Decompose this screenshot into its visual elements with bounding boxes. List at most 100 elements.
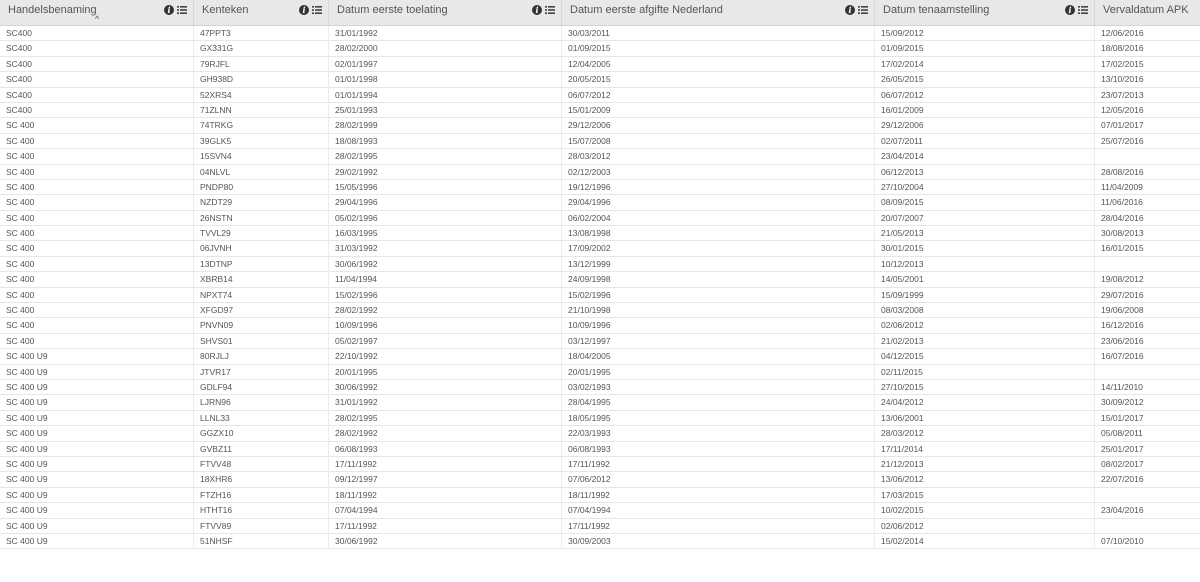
table-row[interactable]: SC 400 U9 GDLF94 30/06/1992 03/02/1993 27/10… <box>0 379 1200 396</box>
cell-datum-eerste-afgifte: 12/04/2005 <box>561 56 874 72</box>
cell-vervaldatum-apk: 15/01/2017 <box>1094 410 1200 426</box>
table-row[interactable]: SC 400 04NLVL 29/02/1992 02/12/2003 06/12/20… <box>0 164 1200 180</box>
column-menu-icon[interactable] <box>312 5 322 15</box>
table-row[interactable]: SC 400 NZDT29 29/04/1996 29/04/1996 08/09/20… <box>0 195 1200 211</box>
cell-handelsbenaming: SC 400 <box>6 135 35 146</box>
table-row[interactable]: SC 400 PNVN09 10/09/1996 10/09/1996 02/06/20… <box>0 318 1200 334</box>
table-row[interactable]: SC 400 U9 GGZX10 28/02/1992 22/03/1993 28/03… <box>0 426 1200 442</box>
cell-datum-tenaamstelling: 02/11/2015 <box>874 364 1094 380</box>
cell-kenteken: 51NHSF <box>193 533 328 549</box>
table-row[interactable]: SC 400 U9 HTHT16 07/04/1994 07/04/1994 10/02… <box>0 503 1200 519</box>
column-menu-icon[interactable] <box>1078 5 1088 15</box>
table-row[interactable]: SC 400 XFGD97 28/02/1992 21/10/1998 08/03/20… <box>0 303 1200 319</box>
column-label: Datum tenaamstelling <box>883 4 990 16</box>
column-header-datum-tenaamstelling[interactable]: Datum tenaamstelling i <box>874 0 1094 25</box>
table-row[interactable]: SC 400 U9 18XHR6 09/12/1997 07/06/2012 13/06… <box>0 472 1200 488</box>
cell-handelsbenaming: SC 400 <box>6 274 35 285</box>
table-row[interactable]: SC 400 13DTNP 30/06/1992 13/12/1999 10/12/20… <box>0 256 1200 273</box>
table-row[interactable]: SC 400 NPXT74 15/02/1996 15/02/1996 15/09/19… <box>0 287 1200 304</box>
cell-handelsbenaming: SC 400 <box>6 151 35 162</box>
table-row[interactable]: SC 400 15SVN4 28/02/1995 28/03/2012 23/04/20… <box>0 149 1200 165</box>
cell-datum-tenaamstelling: 15/09/1999 <box>874 287 1094 303</box>
info-icon[interactable]: i <box>299 5 309 15</box>
cell-handelsbenaming: SC 400 U9 <box>6 412 48 423</box>
cell-datum-eerste-afgifte: 28/04/1995 <box>561 395 874 411</box>
cell-kenteken: GDLF94 <box>193 379 328 395</box>
table-row[interactable]: SC 400 74TRKG 28/02/1999 29/12/2006 29/12/20… <box>0 118 1200 134</box>
info-icon[interactable]: i <box>1065 5 1075 15</box>
cell-kenteken: XFGD97 <box>193 303 328 319</box>
column-header-kenteken[interactable]: Kenteken i <box>193 0 328 25</box>
table-row[interactable]: SC 400 U9 LLNL33 28/02/1995 18/05/1995 13/06… <box>0 410 1200 427</box>
cell-datum-eerste-toelating: 10/09/1996 <box>328 318 561 334</box>
cell-handelsbenaming: SC 400 U9 <box>6 381 48 392</box>
table-row[interactable]: SC400 47PPT3 31/01/1992 30/03/2011 15/09/201… <box>0 26 1200 42</box>
table-row[interactable]: SC 400 PNDP80 15/05/1996 19/12/1996 27/10/20… <box>0 179 1200 196</box>
column-header-vervaldatum-apk[interactable]: Vervaldatum APK <box>1094 0 1200 25</box>
grid-body: SC400 47PPT3 31/01/1992 30/03/2011 15/09/201… <box>0 26 1200 550</box>
table-row[interactable]: SC 400 U9 51NHSF 30/06/1992 30/09/2003 15/02… <box>0 533 1200 550</box>
info-icon[interactable]: i <box>845 5 855 15</box>
cell-datum-tenaamstelling: 14/05/2001 <box>874 272 1094 288</box>
cell-datum-eerste-toelating: 18/08/1993 <box>328 133 561 149</box>
column-header-datum-eerste-toelating[interactable]: Datum eerste toelating i <box>328 0 561 25</box>
cell-datum-eerste-toelating: 01/01/1994 <box>328 87 561 103</box>
column-menu-icon[interactable] <box>858 5 868 15</box>
cell-datum-eerste-afgifte: 19/12/1996 <box>561 179 874 195</box>
table-row[interactable]: SC 400 U9 FTVV89 17/11/1992 17/11/1992 02/06… <box>0 518 1200 534</box>
cell-datum-eerste-afgifte: 24/09/1998 <box>561 272 874 288</box>
info-icon[interactable]: i <box>164 5 174 15</box>
cell-kenteken: 71ZLNN <box>193 102 328 118</box>
cell-vervaldatum-apk: 25/07/2016 <box>1094 133 1200 149</box>
table-row[interactable]: SC 400 39GLK5 18/08/1993 15/07/2008 02/07/20… <box>0 133 1200 150</box>
cell-vervaldatum-apk: 30/08/2013 <box>1094 226 1200 242</box>
column-header-datum-eerste-afgifte-nederland[interactable]: Datum eerste afgifte Nederland i <box>561 0 874 25</box>
table-row[interactable]: SC 400 U9 80RJLJ 22/10/1992 18/04/2005 04/12… <box>0 349 1200 365</box>
cell-datum-tenaamstelling: 04/12/2015 <box>874 349 1094 365</box>
cell-kenteken: XBRB14 <box>193 272 328 288</box>
table-row[interactable]: SC 400 26NSTN 05/02/1996 06/02/2004 20/07/20… <box>0 210 1200 227</box>
table-row[interactable]: SC 400 U9 FTZH16 18/11/1992 18/11/1992 17/03… <box>0 487 1200 504</box>
cell-datum-eerste-afgifte: 30/03/2011 <box>561 26 874 41</box>
cell-vervaldatum-apk <box>1094 256 1200 272</box>
table-row[interactable]: SC 400 U9 LJRN96 31/01/1992 28/04/1995 24/04… <box>0 395 1200 411</box>
cell-kenteken: 26NSTN <box>193 210 328 226</box>
column-menu-icon[interactable] <box>545 5 555 15</box>
cell-vervaldatum-apk: 16/01/2015 <box>1094 241 1200 257</box>
cell-vervaldatum-apk: 12/06/2016 <box>1094 26 1200 41</box>
table-row[interactable]: SC 400 SHVS01 05/02/1997 03/12/1997 21/02/20… <box>0 333 1200 350</box>
cell-datum-tenaamstelling: 13/06/2012 <box>874 472 1094 488</box>
cell-datum-eerste-afgifte: 13/12/1999 <box>561 256 874 272</box>
cell-datum-eerste-afgifte: 28/03/2012 <box>561 149 874 165</box>
cell-datum-eerste-afgifte: 02/12/2003 <box>561 164 874 180</box>
table-row[interactable]: SC400 GH938D 01/01/1998 20/05/2015 26/05/201… <box>0 72 1200 88</box>
table-row[interactable]: SC 400 U9 GVBZ11 06/08/1993 06/08/1993 17/11… <box>0 441 1200 457</box>
table-row[interactable]: SC400 GX331G 28/02/2000 01/09/2015 01/09/201… <box>0 41 1200 57</box>
cell-datum-eerste-afgifte: 06/08/1993 <box>561 441 874 457</box>
cell-datum-eerste-afgifte: 18/11/1992 <box>561 487 874 503</box>
table-row[interactable]: SC400 79RJFL 02/01/1997 12/04/2005 17/02/201… <box>0 56 1200 73</box>
cell-vervaldatum-apk: 30/09/2012 <box>1094 395 1200 411</box>
info-icon[interactable]: i <box>532 5 542 15</box>
cell-vervaldatum-apk: 22/07/2016 <box>1094 472 1200 488</box>
cell-datum-eerste-toelating: 31/01/1992 <box>328 395 561 411</box>
column-header-icons: i <box>532 4 555 16</box>
column-header-handelsbenaming[interactable]: Handelsbenaming ^ i <box>0 0 193 25</box>
cell-kenteken: 06JVNH <box>193 241 328 257</box>
table-row[interactable]: SC400 71ZLNN 25/01/1993 15/01/2009 16/01/200… <box>0 102 1200 119</box>
table-row[interactable]: SC 400 06JVNH 31/03/1992 17/09/2002 30/01/20… <box>0 241 1200 257</box>
cell-vervaldatum-apk: 05/08/2011 <box>1094 426 1200 442</box>
table-row[interactable]: SC 400 U9 JTVR17 20/01/1995 20/01/1995 02/11… <box>0 364 1200 380</box>
table-row[interactable]: SC 400 U9 FTVV48 17/11/1992 17/11/1992 21/12… <box>0 456 1200 473</box>
cell-datum-tenaamstelling: 29/12/2006 <box>874 118 1094 134</box>
cell-datum-eerste-toelating: 11/04/1994 <box>328 272 561 288</box>
cell-datum-eerste-toelating: 17/11/1992 <box>328 518 561 534</box>
sort-ascending-icon[interactable]: ^ <box>95 14 99 24</box>
table-row[interactable]: SC 400 TVVL29 16/03/1995 13/08/1998 21/05/20… <box>0 226 1200 242</box>
table-row[interactable]: SC 400 XBRB14 11/04/1994 24/09/1998 14/05/20… <box>0 272 1200 288</box>
table-row[interactable]: SC400 52XRS4 01/01/1994 06/07/2012 06/07/201… <box>0 87 1200 103</box>
cell-vervaldatum-apk <box>1094 487 1200 503</box>
cell-datum-eerste-toelating: 31/03/1992 <box>328 241 561 257</box>
column-menu-icon[interactable] <box>177 5 187 15</box>
cell-datum-tenaamstelling: 21/05/2013 <box>874 226 1094 242</box>
